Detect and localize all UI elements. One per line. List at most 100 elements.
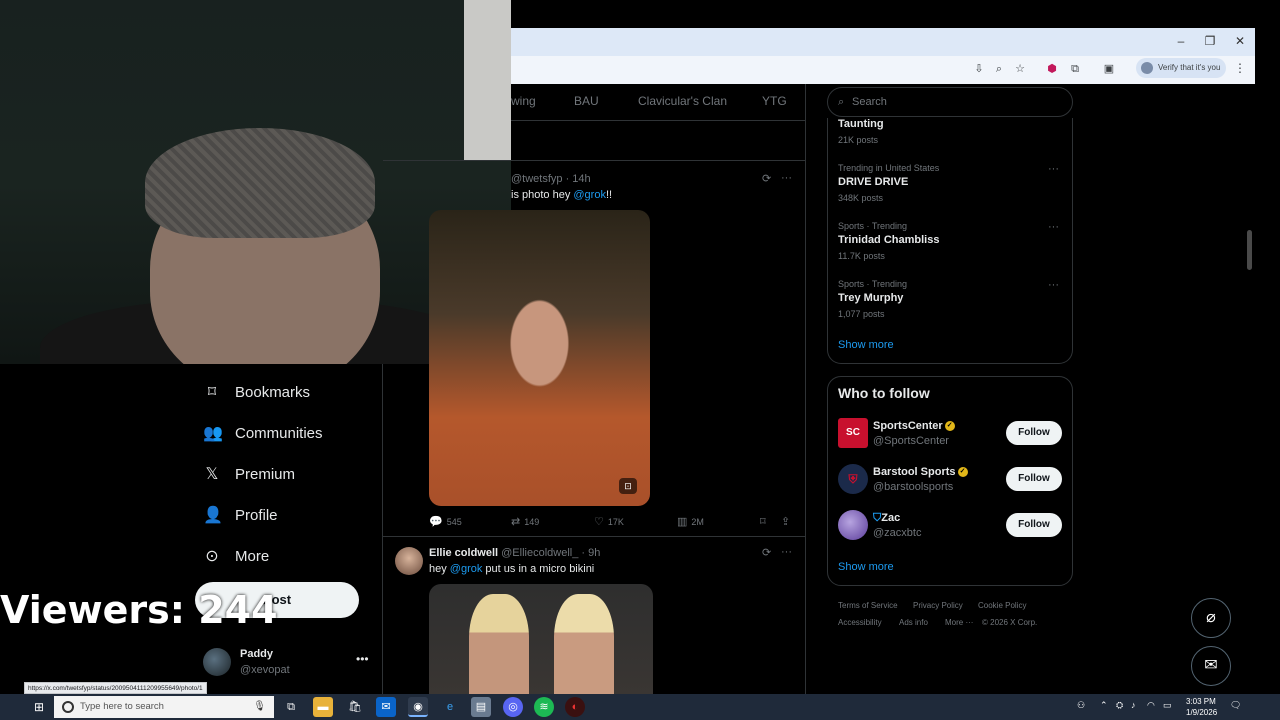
zac-avatar[interactable] [838,510,868,540]
store-icon[interactable]: 🛍 [345,697,365,717]
account-name-text: Zac [881,512,901,524]
tweet-handle-time[interactable]: @twetsfyp · 14h [511,173,591,185]
chrome-icon[interactable]: ◉ [408,697,428,717]
barstool-avatar[interactable]: ⛨ [838,464,868,494]
tweet-more-icon[interactable]: ··· [781,546,792,558]
grok-edit-icon[interactable]: ⊡ [619,478,637,494]
tweet-more-icon[interactable]: ··· [781,172,792,184]
footer-ads-info[interactable]: Ads info [899,618,928,627]
views-count: 2M [691,516,704,527]
trend-more-icon[interactable]: ··· [1048,221,1059,233]
grok-fab-icon[interactable]: ⌀ [1191,598,1231,638]
taskbar-search-placeholder: Type here to search [80,701,164,712]
file-explorer-icon[interactable]: ▬ [313,697,333,717]
nav-profile[interactable]: 👤 Profile [203,500,278,530]
zoom-icon[interactable]: ⌕ [990,61,1008,77]
messages-fab-icon[interactable]: ✉ [1191,646,1231,686]
account-name[interactable]: Paddy [240,648,273,660]
trend-name[interactable]: Taunting [838,118,884,130]
follow-account-name[interactable]: Barstool Sports ✓ [873,466,968,478]
follow-button[interactable]: Follow [1006,467,1062,491]
scrollbar-thumb[interactable] [1247,230,1252,270]
trend-name[interactable]: Trinidad Chambliss [838,234,939,246]
nav-premium[interactable]: 𝕏 Premium [203,459,295,489]
tweet-handle-time[interactable]: @Elliecoldwell_ · 9h [501,547,600,559]
follow-account-name[interactable]: ⛉Zac [873,512,900,525]
tweet-photo[interactable] [429,584,653,696]
like-button[interactable]: ♡ 17K [594,515,624,528]
nav-bookmarks[interactable]: ⌑ Bookmarks [203,377,310,407]
edge-icon[interactable]: e [440,697,460,717]
tab-bau[interactable]: BAU [574,94,599,108]
nav-communities[interactable]: 👥 Communities [203,418,323,448]
tweet-author-name[interactable]: Ellie coldwell [429,547,498,559]
install-app-icon[interactable]: ⇩ [970,61,988,77]
footer-more[interactable]: More ··· [945,618,973,627]
follow-button[interactable]: Follow [1006,513,1062,537]
extensions-icon[interactable]: ⧉ [1066,61,1084,77]
task-view-icon[interactable]: ⧉ [281,697,301,717]
spotify-icon[interactable]: ≋ [534,697,554,717]
tray-wifi-icon[interactable]: ◠ [1147,700,1155,711]
sportscenter-avatar[interactable]: SC [838,418,868,448]
bookmark-button[interactable]: ⌑ [760,515,766,528]
views-icon: ▥ [677,516,688,528]
footer-accessibility[interactable]: Accessibility [838,618,882,627]
tray-network-icon[interactable]: ⚇ [1077,700,1085,711]
trend-more-icon[interactable]: ··· [1048,279,1059,291]
grok-icon[interactable]: ⟳ [762,546,771,559]
tab-ytg[interactable]: YTG [762,94,787,108]
heart-icon: ♡ [594,516,604,528]
wtf-show-more[interactable]: Show more [838,561,894,573]
browser-menu-icon[interactable]: ⋮ [1234,61,1246,75]
account-more-icon[interactable]: ••• [356,652,369,666]
reply-button[interactable]: 💬 545 [429,515,462,528]
account-avatar[interactable] [203,648,231,676]
footer-privacy[interactable]: Privacy Policy [913,601,963,610]
tray-app-icon[interactable]: ⛭ [1116,700,1123,711]
taskbar-time[interactable]: 3:03 PM [1186,697,1216,706]
tray-volume-icon[interactable]: ♪ [1131,700,1136,710]
mail-icon[interactable]: ✉ [376,697,396,717]
discord-icon[interactable]: ◎ [503,697,523,717]
trend-name[interactable]: DRIVE DRIVE [838,176,908,188]
tray-battery-icon[interactable]: ▭ [1163,700,1172,711]
grok-icon[interactable]: ⟳ [762,172,771,185]
tray-chevron-icon[interactable]: ⌃ [1100,700,1108,711]
bookmark-star-icon[interactable]: ☆ [1011,61,1029,77]
tab-claviculars-clan[interactable]: Clavicular's Clan [638,94,727,108]
footer-cookie[interactable]: Cookie Policy [978,601,1026,610]
follow-account-name[interactable]: SportsCenter ✓ [873,420,955,432]
trend-count: 1,077 posts [838,309,885,319]
share-button[interactable]: ⇪ [781,515,790,528]
obs-icon[interactable]: ◐ [565,697,585,717]
footer-terms[interactable]: Terms of Service [838,601,898,610]
search-input[interactable]: ⌕ Search [827,87,1073,117]
views-button[interactable]: ▥ 2M [677,515,704,528]
app-icon[interactable]: ▤ [471,697,491,717]
restore-button[interactable]: ❐ [1200,32,1220,50]
trend-name[interactable]: Trey Murphy [838,292,903,304]
minimize-button[interactable]: – [1171,32,1191,50]
side-panel-icon[interactable]: ▣ [1100,61,1118,77]
windows-start-icon[interactable]: ⊞ [30,699,48,715]
tab-following[interactable]: wing [511,94,536,108]
close-button[interactable]: ✕ [1230,32,1250,50]
taskbar-search-input[interactable]: Type here to search 🎙 [54,696,274,718]
trend-more-icon[interactable]: ··· [1048,163,1059,175]
profile-verify-chip[interactable]: Verify that it's you [1136,58,1226,78]
repost-button[interactable]: ⇄ 149 [511,515,539,528]
mention-link[interactable]: @grok [573,189,606,201]
mention-link[interactable]: @grok [450,563,483,575]
tweet-avatar[interactable] [395,547,423,575]
tweet-photo[interactable] [429,210,650,506]
scrollbar[interactable] [1244,84,1254,694]
follow-button[interactable]: Follow [1006,421,1062,445]
nav-label: Bookmarks [235,383,311,401]
extension-shield-icon[interactable]: ⬢ [1043,61,1061,77]
trends-show-more[interactable]: Show more [838,339,894,351]
nav-more[interactable]: ⊙ More [203,541,269,571]
shield-icon: ⛉ [873,512,882,524]
notifications-icon[interactable]: 🗨 [1230,700,1241,711]
taskbar-date[interactable]: 1/9/2026 [1186,708,1217,717]
